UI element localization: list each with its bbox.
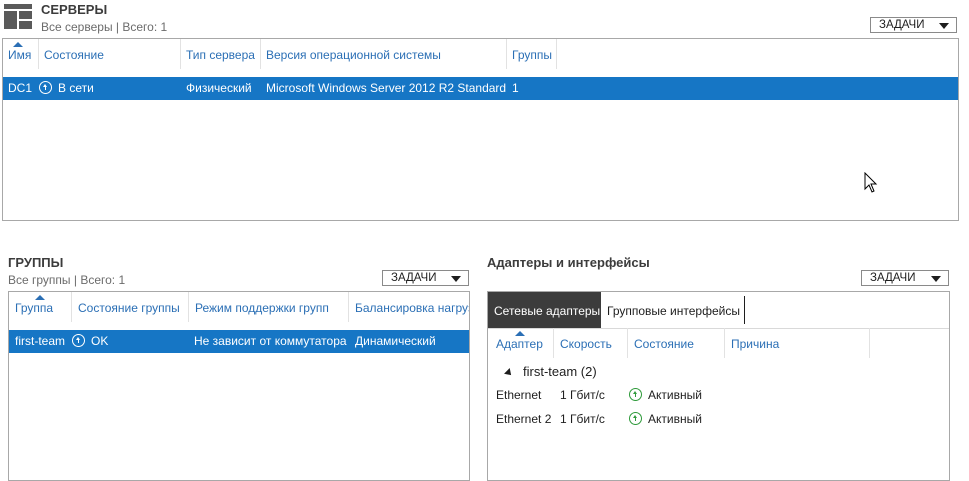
group-header[interactable]: first-team (2) <box>504 364 597 379</box>
cell-load-balancing: Динамический <box>355 334 436 348</box>
chevron-down-icon <box>931 276 941 282</box>
tab-team-interfaces[interactable]: Групповые интерфейсы <box>601 296 745 324</box>
column-header-group-mode[interactable]: Режим поддержки групп <box>189 292 349 322</box>
cell-adapter-state: Активный <box>629 408 702 431</box>
servers-subtitle: Все серверы | Всего: 1 <box>41 20 168 34</box>
cell-group-mode: Не зависит от коммутатора <box>194 334 347 348</box>
column-header-groups[interactable]: Группы <box>507 39 557 69</box>
groups-table: Группа Состояние группы Режим поддержки … <box>8 291 470 481</box>
list-item[interactable]: Ethernet 1 Гбит/с Активный <box>488 384 949 407</box>
column-header-adapter[interactable]: Адаптер <box>491 328 554 358</box>
cell-os-version: Microsoft Windows Server 2012 R2 Standar… <box>266 81 507 95</box>
tasks-label: ЗАДАЧИ <box>870 272 916 284</box>
adapters-tasks-button[interactable]: ЗАДАЧИ <box>861 270 949 286</box>
sort-ascending-icon <box>35 295 45 300</box>
column-header-state[interactable]: Состояние <box>39 39 181 69</box>
status-up-icon <box>39 81 52 95</box>
tab-network-adapters[interactable]: Сетевые адаптеры <box>488 292 601 328</box>
mouse-cursor-icon <box>864 172 878 193</box>
column-header-name[interactable]: Имя <box>3 39 39 69</box>
list-item[interactable]: Ethernet 2 1 Гбит/с Активный <box>488 408 949 431</box>
column-header-load-balancing[interactable]: Балансировка нагрузки <box>349 292 469 322</box>
cell-adapter-state: Активный <box>629 384 702 407</box>
column-header-os-version[interactable]: Версия операционной системы <box>261 39 507 69</box>
groups-subtitle: Все группы | Всего: 1 <box>8 273 126 287</box>
chevron-down-icon <box>451 276 461 282</box>
cell-server-type: Физический <box>186 81 252 95</box>
cell-groups: 1 <box>512 81 519 95</box>
cell-adapter: Ethernet 2 <box>496 412 552 426</box>
cell-group-state: OK <box>72 330 108 353</box>
chevron-down-icon <box>939 23 949 29</box>
tasks-label: ЗАДАЧИ <box>879 19 925 31</box>
cell-speed: 1 Гбит/с <box>560 388 605 402</box>
collapse-triangle-icon[interactable] <box>504 367 514 378</box>
column-header-group[interactable]: Группа <box>9 292 72 322</box>
cell-adapter: Ethernet <box>496 388 542 402</box>
cell-group: first-team <box>15 334 66 348</box>
servers-title: СЕРВЕРЫ <box>41 2 108 17</box>
groups-tasks-button[interactable]: ЗАДАЧИ <box>382 270 469 286</box>
sort-ascending-icon <box>515 331 525 336</box>
status-up-icon <box>629 388 642 402</box>
adapters-title: Адаптеры и интерфейсы <box>487 255 650 270</box>
table-row[interactable]: DC1 В сети Физический Microsoft Windows … <box>3 77 958 100</box>
tasks-label: ЗАДАЧИ <box>391 272 437 284</box>
cell-name: DC1 <box>8 81 33 95</box>
servers-table: Имя Состояние Тип сервера Версия операци… <box>2 38 959 221</box>
column-header-server-type[interactable]: Тип сервера <box>181 39 261 69</box>
status-up-icon <box>72 334 85 348</box>
table-row[interactable]: first-team OK Не зависит от коммутатора … <box>9 330 469 353</box>
sort-ascending-icon <box>13 42 23 47</box>
status-up-icon <box>629 412 642 426</box>
cell-state: В сети <box>39 77 94 100</box>
cell-speed: 1 Гбит/с <box>560 412 605 426</box>
column-header-speed[interactable]: Скорость <box>554 328 628 358</box>
column-header-adapter-state[interactable]: Состояние <box>628 328 725 358</box>
column-header-group-state[interactable]: Состояние группы <box>72 292 189 322</box>
column-header-reason[interactable]: Причина <box>725 328 870 358</box>
groups-title: ГРУППЫ <box>8 255 64 270</box>
servers-tasks-button[interactable]: ЗАДАЧИ <box>870 17 957 33</box>
adapters-panel: Сетевые адаптеры Групповые интерфейсы Ад… <box>487 291 950 481</box>
servers-icon <box>4 4 32 29</box>
